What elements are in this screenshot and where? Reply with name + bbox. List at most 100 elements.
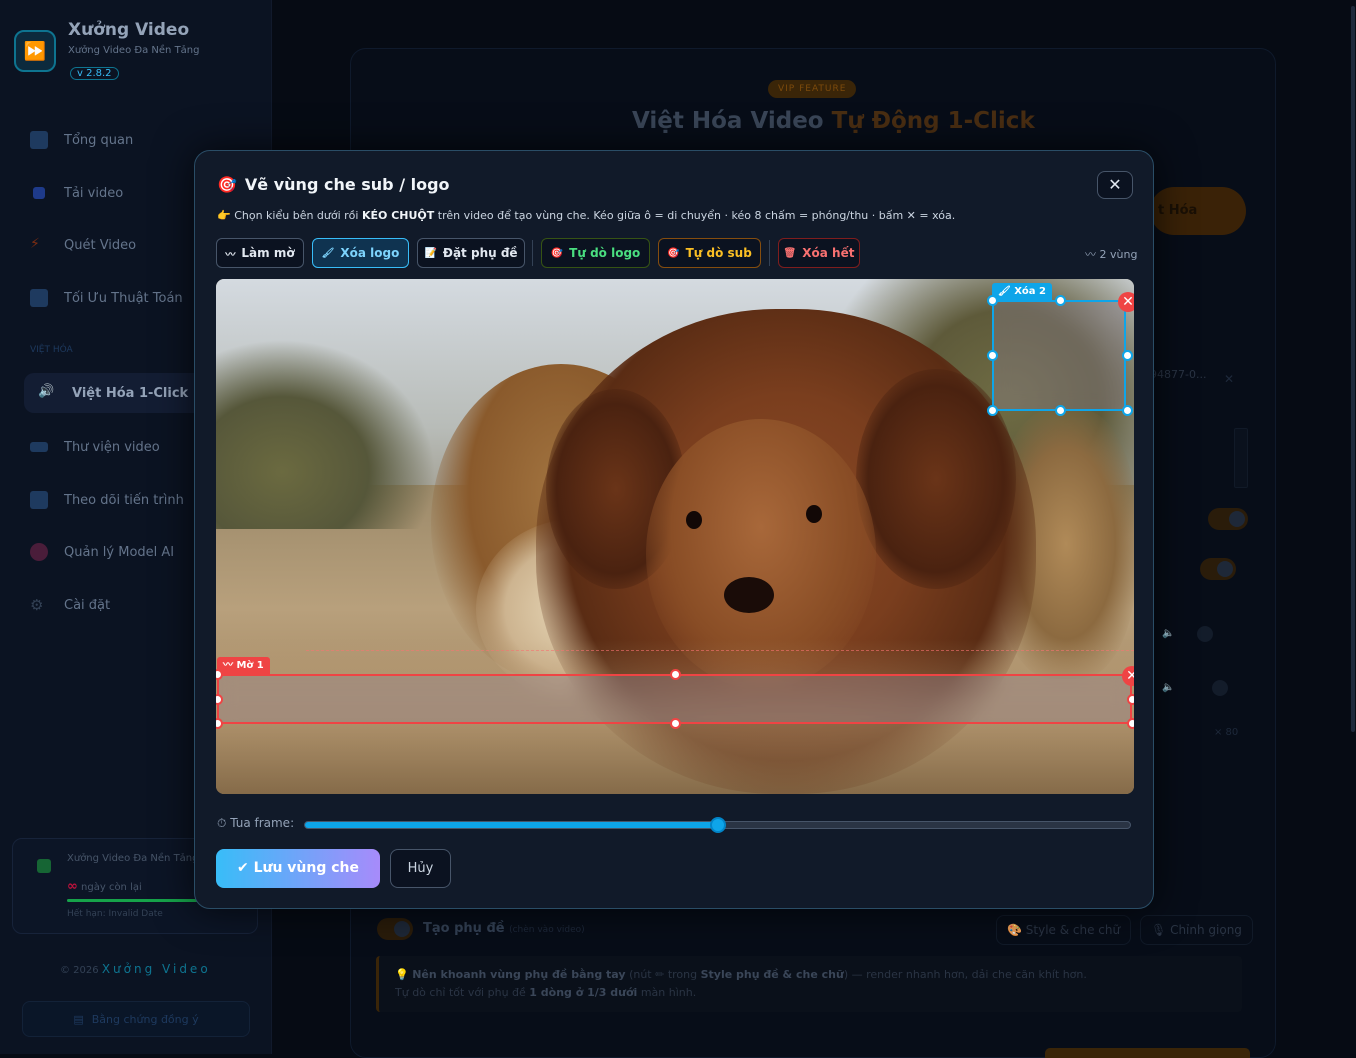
copyright: © 2026 Xưởng Video	[60, 962, 211, 976]
resize-handle[interactable]	[670, 669, 681, 680]
sidebar-item-label: Quét Video	[64, 237, 137, 253]
vip-badge: VIP FEATURE	[768, 80, 857, 98]
speaker-icon: 🔊	[38, 384, 55, 399]
sidebar-item-label: Thư viện video	[64, 439, 160, 455]
file-close-icon[interactable]: ✕	[1224, 372, 1234, 386]
mic-icon: 🎙	[1151, 923, 1167, 937]
brush-icon: 🖌	[998, 286, 1011, 297]
speaker-icon: 🔈	[1162, 682, 1175, 693]
seek-knob[interactable]	[709, 817, 726, 833]
resize-handle[interactable]	[987, 405, 998, 416]
blur-icon: 〰	[225, 249, 236, 261]
check-icon	[37, 859, 51, 873]
sidebar-item-label: Theo dõi tiến trình	[64, 492, 184, 508]
trash-icon: 🗑	[783, 247, 797, 259]
gear-icon: ⚙	[30, 596, 44, 614]
lightning-icon: ⚡	[30, 236, 40, 252]
film-icon	[30, 442, 48, 452]
list-scrollbar[interactable]	[1234, 428, 1248, 488]
subtitle-toggle[interactable]	[377, 918, 413, 940]
app-subtitle: Xưởng Video Đa Nền Tảng	[68, 45, 200, 56]
toolbar-divider	[769, 240, 770, 266]
bulb-icon: 💡	[395, 968, 409, 981]
palette-icon: 🎨	[1007, 923, 1022, 937]
brain-icon	[30, 543, 48, 561]
tool-place-subtitle-button[interactable]: 📝 Đặt phụ đề	[417, 238, 525, 268]
region-count: 〰 2 vùng	[1085, 248, 1138, 261]
file-name: 94877-0...	[1150, 368, 1207, 381]
bottom-action-button[interactable]	[1045, 1048, 1250, 1058]
resize-handle[interactable]	[1127, 718, 1134, 729]
frame-seek-slider[interactable]	[304, 817, 1131, 833]
tip-box: 💡 Nên khoanh vùng phụ đề bằng tay (nút ✏…	[376, 956, 1242, 1012]
chart-icon	[30, 131, 48, 149]
tool-auto-detect-logo-button[interactable]: 🎯 Tự dò logo	[541, 238, 650, 268]
license-expiry: Hết hạn: Invalid Date	[67, 909, 163, 919]
target-icon: 🎯	[550, 247, 564, 259]
app-logo-icon: ⏩	[14, 30, 56, 72]
tool-remove-logo-button[interactable]: 🖌 Xóa logo	[312, 238, 409, 268]
voice-button[interactable]: 🎙 Chỉnh giọng	[1140, 915, 1253, 945]
toolbar-divider	[532, 240, 533, 266]
save-regions-button[interactable]: ✔ Lưu vùng che	[216, 849, 380, 888]
resize-handle[interactable]	[1122, 405, 1133, 416]
app-version-badge: v 2.8.2	[70, 67, 119, 80]
consent-proof-button[interactable]: ▤ Bằng chứng đồng ý	[22, 1001, 250, 1037]
sidebar-section-label: VIỆT HÓA	[30, 345, 73, 355]
page-title: Việt Hóa Video Tự Động 1-Click	[632, 108, 1035, 134]
subtitle-toggle-label: Tạo phụ đề (chèn vào video)	[423, 921, 585, 936]
blur-icon: 〰	[1085, 248, 1096, 261]
timer-icon: ⏱	[217, 816, 227, 830]
option-toggle-1[interactable]	[1208, 508, 1248, 530]
download-icon	[33, 187, 45, 199]
sidebar-item-label: Tổng quan	[64, 132, 134, 148]
resize-handle[interactable]	[1122, 350, 1133, 361]
sidebar-item-label: Tối Ưu Thuật Toán	[64, 290, 183, 306]
resize-handle[interactable]	[987, 295, 998, 306]
resize-handle[interactable]	[670, 718, 681, 729]
option-toggle-2[interactable]	[1200, 558, 1236, 580]
mask-region-blur[interactable]: 〰 Mờ 1 ✕	[216, 657, 1134, 729]
video-canvas[interactable]: 🖌 Xóa 2 ✕ 〰 Mờ 1 ✕	[216, 279, 1134, 794]
app-title: Xưởng Video	[68, 20, 190, 40]
license-name: Xưởng Video Đa Nền Tảng	[67, 853, 199, 864]
blur-icon: 〰	[223, 660, 233, 671]
modal-hint: 👉 Chọn kiểu bên dưới rồi KÉO CHUỘT trên …	[217, 209, 956, 222]
speed-label: × 80	[1214, 727, 1239, 738]
seek-label: ⏱ Tua frame:	[217, 816, 295, 830]
mask-region-logo[interactable]: 🖌 Xóa 2 ✕	[987, 283, 1134, 416]
license-days: ∞ ngày còn lại	[67, 879, 142, 894]
page-scrollbar[interactable]	[1350, 0, 1356, 1054]
volume-slider-knob-2[interactable]	[1212, 680, 1228, 696]
sidebar-item-label: Việt Hóa 1-Click	[72, 385, 189, 401]
tool-clear-all-button[interactable]: 🗑 Xóa hết	[778, 238, 860, 268]
tool-blur-button[interactable]: 〰 Làm mờ	[216, 238, 304, 268]
target-icon: 🎯	[217, 175, 237, 194]
memo-icon: 📝	[424, 247, 437, 259]
target-icon: 🎯	[667, 247, 680, 259]
resize-handle[interactable]	[987, 350, 998, 361]
modal-title: 🎯 Vẽ vùng che sub / logo	[217, 175, 450, 194]
progress-icon	[30, 491, 48, 509]
optimize-icon	[30, 289, 48, 307]
volume-slider-knob-1[interactable]	[1197, 626, 1213, 642]
modal-close-button[interactable]: ✕	[1097, 171, 1133, 199]
sidebar-item-label: Quản lý Model AI	[64, 544, 175, 560]
sidebar-item-label: Cài đặt	[64, 597, 111, 613]
sidebar-item-label: Tải video	[64, 185, 124, 201]
speaker-icon: 🔈	[1162, 628, 1175, 639]
style-button[interactable]: 🎨 Style & che chữ	[996, 915, 1132, 945]
resize-handle[interactable]	[1055, 295, 1066, 306]
subtitle-guide-line	[306, 650, 1134, 651]
viet-hoa-action-button[interactable]: t Hóa	[1150, 187, 1246, 235]
region-label: 🖌 Xóa 2	[992, 283, 1052, 301]
resize-handle[interactable]	[1127, 694, 1134, 705]
resize-handle[interactable]	[1055, 405, 1066, 416]
mask-region-modal: 🎯 Vẽ vùng che sub / logo ✕ 👉 Chọn kiểu b…	[194, 150, 1154, 909]
cancel-button[interactable]: Hủy	[390, 849, 451, 888]
tool-auto-detect-sub-button[interactable]: 🎯 Tự dò sub	[658, 238, 761, 268]
brush-icon: 🖌	[321, 247, 335, 259]
region-label: 〰 Mờ 1	[217, 657, 270, 675]
document-icon: ▤	[73, 1012, 84, 1026]
region-delete-icon[interactable]: ✕	[1118, 292, 1134, 312]
